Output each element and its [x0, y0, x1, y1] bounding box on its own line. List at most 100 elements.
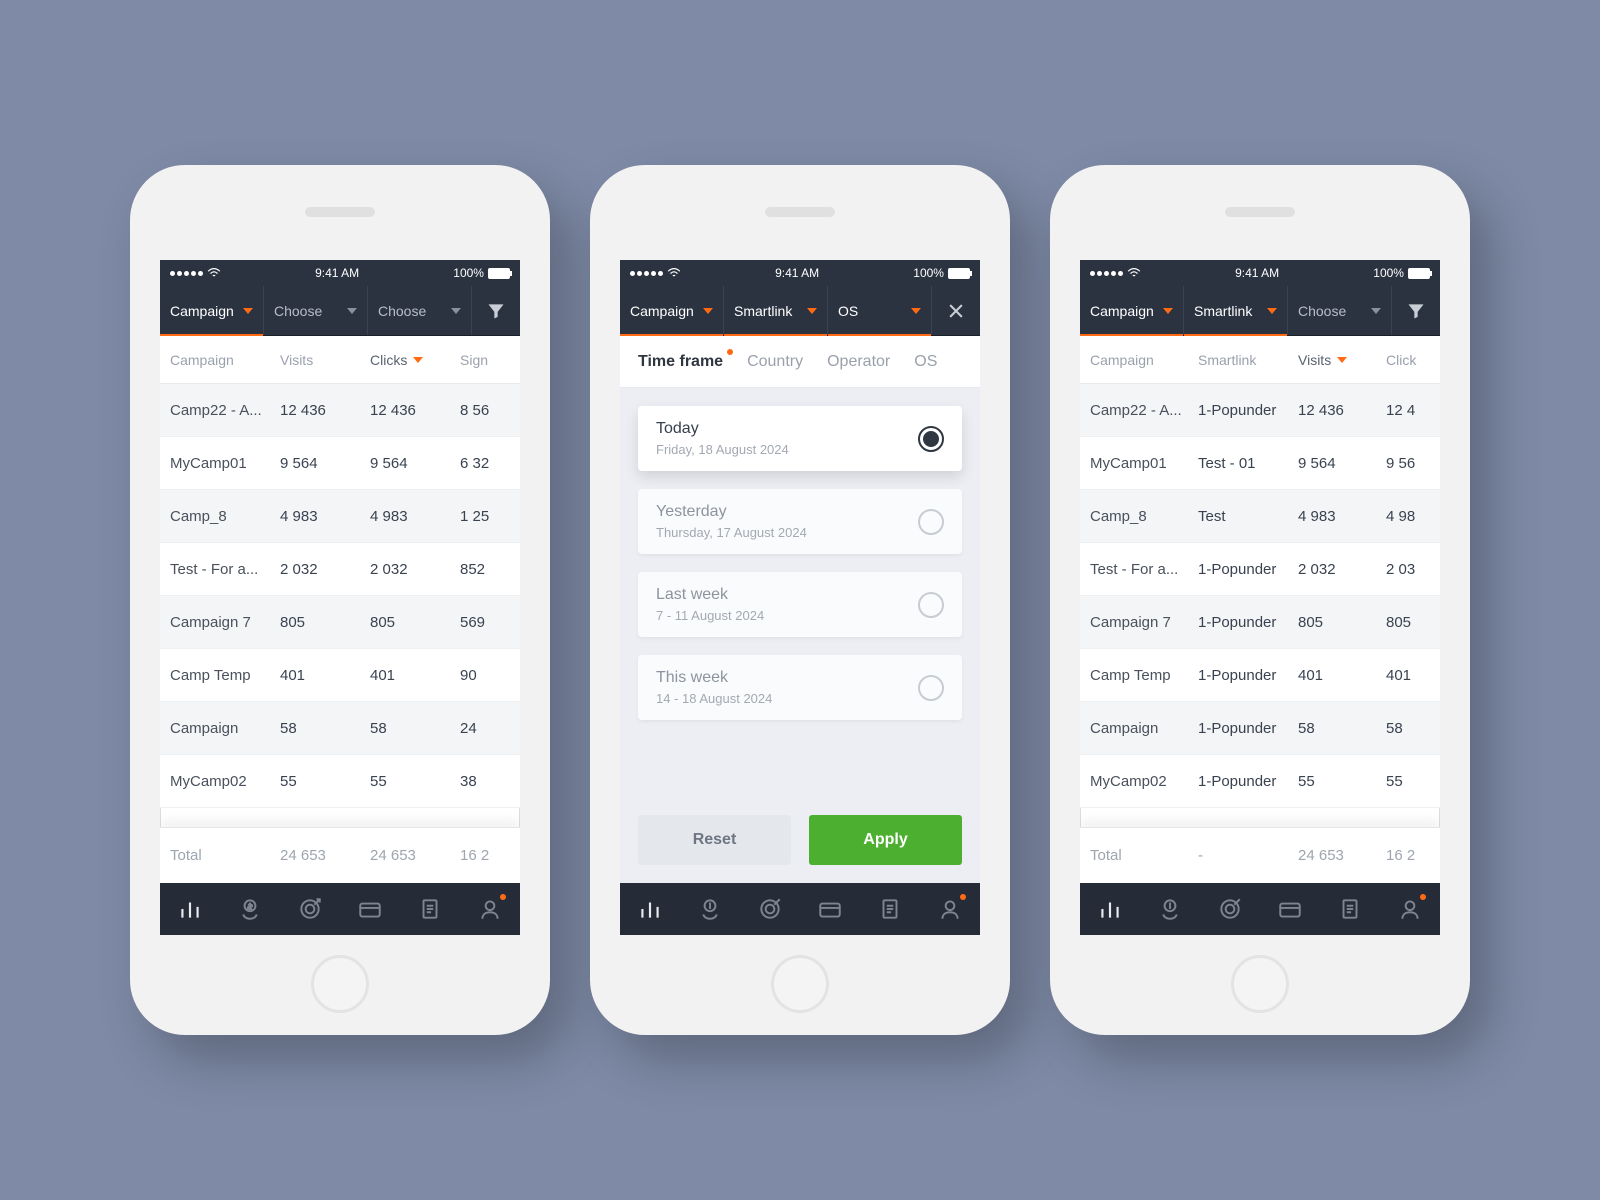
- table-row[interactable]: Camp Temp40140190: [160, 649, 520, 702]
- bottom-nav: [160, 883, 520, 935]
- col-clicks[interactable]: Click: [1376, 352, 1440, 368]
- col-sign[interactable]: Sign: [450, 352, 520, 368]
- target-icon: [297, 896, 323, 922]
- dim-choose-1[interactable]: Choose: [264, 286, 368, 335]
- home-button[interactable]: [1231, 955, 1289, 1013]
- nav-stats[interactable]: [177, 896, 203, 922]
- radio-icon: [918, 509, 944, 535]
- table-row[interactable]: Camp22 - A...12 43612 4368 56: [160, 384, 520, 437]
- dim-campaign[interactable]: Campaign: [160, 286, 264, 335]
- signal-dots-icon: [170, 271, 203, 276]
- nav-doc[interactable]: [417, 896, 443, 922]
- table-row[interactable]: Campaign585824: [160, 702, 520, 755]
- dim-smartlink[interactable]: Smartlink: [724, 286, 828, 335]
- nav-money[interactable]: [237, 896, 263, 922]
- dim-choose[interactable]: Choose: [1288, 286, 1392, 335]
- nav-card[interactable]: [817, 896, 843, 922]
- nav-stats[interactable]: [1097, 896, 1123, 922]
- table-row[interactable]: MyCamp02555538: [160, 755, 520, 808]
- nav-money[interactable]: [697, 896, 723, 922]
- table-row[interactable]: Camp_84 9834 9831 25: [160, 490, 520, 543]
- table-row[interactable]: Campaign 71-Popunder805805: [1080, 596, 1440, 649]
- col-visits-sorted[interactable]: Visits: [1288, 352, 1376, 368]
- table-row[interactable]: Campaign1-Popunder5858: [1080, 702, 1440, 755]
- battery-pct: 100%: [913, 266, 944, 280]
- dim-campaign[interactable]: Campaign: [1080, 286, 1184, 335]
- table-row[interactable]: MyCamp019 5649 5646 32: [160, 437, 520, 490]
- phone-mockup-2: 9:41 AM 100% Campaign Smartlink OS Time …: [590, 165, 1010, 1035]
- nav-stats[interactable]: [637, 896, 663, 922]
- filter-button[interactable]: [1392, 286, 1440, 335]
- table-body: Camp22 - A...12 43612 4368 56 MyCamp019 …: [160, 384, 520, 827]
- dim-os[interactable]: OS: [828, 286, 932, 335]
- bar-chart-icon: [177, 896, 203, 922]
- target-icon: [757, 896, 783, 922]
- tab-country[interactable]: Country: [747, 353, 803, 371]
- dim-smartlink[interactable]: Smartlink: [1184, 286, 1288, 335]
- radio-icon: [918, 592, 944, 618]
- battery-pct: 100%: [1373, 266, 1404, 280]
- col-campaign[interactable]: Campaign: [160, 352, 270, 368]
- nav-doc[interactable]: [1337, 896, 1363, 922]
- filter-button[interactable]: [472, 286, 520, 335]
- dim-choose-2[interactable]: Choose: [368, 286, 472, 335]
- col-campaign[interactable]: Campaign: [1080, 352, 1188, 368]
- nav-money[interactable]: [1157, 896, 1183, 922]
- battery-icon: [948, 268, 970, 279]
- table-header: Campaign Visits Clicks Sign: [160, 336, 520, 384]
- apply-button[interactable]: Apply: [809, 815, 962, 865]
- option-today[interactable]: TodayFriday, 18 August 2024: [638, 406, 962, 471]
- home-button[interactable]: [771, 955, 829, 1013]
- nav-target[interactable]: [757, 896, 783, 922]
- wifi-icon: [1127, 267, 1141, 279]
- sort-desc-icon: [1337, 357, 1347, 363]
- document-icon: [417, 896, 443, 922]
- table-row[interactable]: Camp_8Test4 9834 98: [1080, 490, 1440, 543]
- document-icon: [1337, 896, 1363, 922]
- table-row[interactable]: MyCamp021-Popunder5555: [1080, 755, 1440, 808]
- nav-doc[interactable]: [877, 896, 903, 922]
- dimension-bar: Campaign Choose Choose: [160, 286, 520, 336]
- table-row[interactable]: MyCamp01Test - 019 5649 56: [1080, 437, 1440, 490]
- wifi-icon: [207, 267, 221, 279]
- dollar-pin-icon: [697, 896, 723, 922]
- nav-profile[interactable]: [1397, 896, 1423, 922]
- table-row[interactable]: Test - For a...1-Popunder2 0322 03: [1080, 543, 1440, 596]
- clock: 9:41 AM: [775, 266, 819, 280]
- user-icon: [1397, 896, 1423, 922]
- option-yesterday[interactable]: YesterdayThursday, 17 August 2024: [638, 489, 962, 554]
- notification-dot-icon: [500, 894, 506, 900]
- col-clicks-sorted[interactable]: Clicks: [360, 352, 450, 368]
- reset-button[interactable]: Reset: [638, 815, 791, 865]
- nav-target[interactable]: [297, 896, 323, 922]
- tab-os[interactable]: OS: [914, 353, 937, 371]
- table-row[interactable]: Campaign 7805805569: [160, 596, 520, 649]
- filter-tabs: Time frame Country Operator OS: [620, 336, 980, 388]
- active-dot-icon: [727, 349, 733, 355]
- nav-profile[interactable]: [937, 896, 963, 922]
- table-body: Camp22 - A...1-Popunder12 43612 4 MyCamp…: [1080, 384, 1440, 827]
- col-visits[interactable]: Visits: [270, 352, 360, 368]
- time-frame-options: TodayFriday, 18 August 2024 YesterdayThu…: [620, 388, 980, 815]
- dim-campaign[interactable]: Campaign: [620, 286, 724, 335]
- nav-profile[interactable]: [477, 896, 503, 922]
- table-row[interactable]: Camp22 - A...1-Popunder12 43612 4: [1080, 384, 1440, 437]
- col-smartlink[interactable]: Smartlink: [1188, 352, 1288, 368]
- clock: 9:41 AM: [1235, 266, 1279, 280]
- credit-card-icon: [817, 896, 843, 922]
- option-last-week[interactable]: Last week7 - 11 August 2024: [638, 572, 962, 637]
- tab-operator[interactable]: Operator: [827, 353, 890, 371]
- tab-time-frame[interactable]: Time frame: [638, 353, 723, 371]
- nav-card[interactable]: [357, 896, 383, 922]
- battery-icon: [488, 268, 510, 279]
- table-row[interactable]: Camp Temp1-Popunder401401: [1080, 649, 1440, 702]
- credit-card-icon: [1277, 896, 1303, 922]
- battery-pct: 100%: [453, 266, 484, 280]
- home-button[interactable]: [311, 955, 369, 1013]
- nav-card[interactable]: [1277, 896, 1303, 922]
- table-row[interactable]: Test - For a...2 0322 032852: [160, 543, 520, 596]
- nav-target[interactable]: [1217, 896, 1243, 922]
- close-filter-button[interactable]: [932, 286, 980, 335]
- option-this-week[interactable]: This week14 - 18 August 2024: [638, 655, 962, 720]
- screen: 9:41 AM 100% Campaign Choose Choose Camp…: [160, 260, 520, 935]
